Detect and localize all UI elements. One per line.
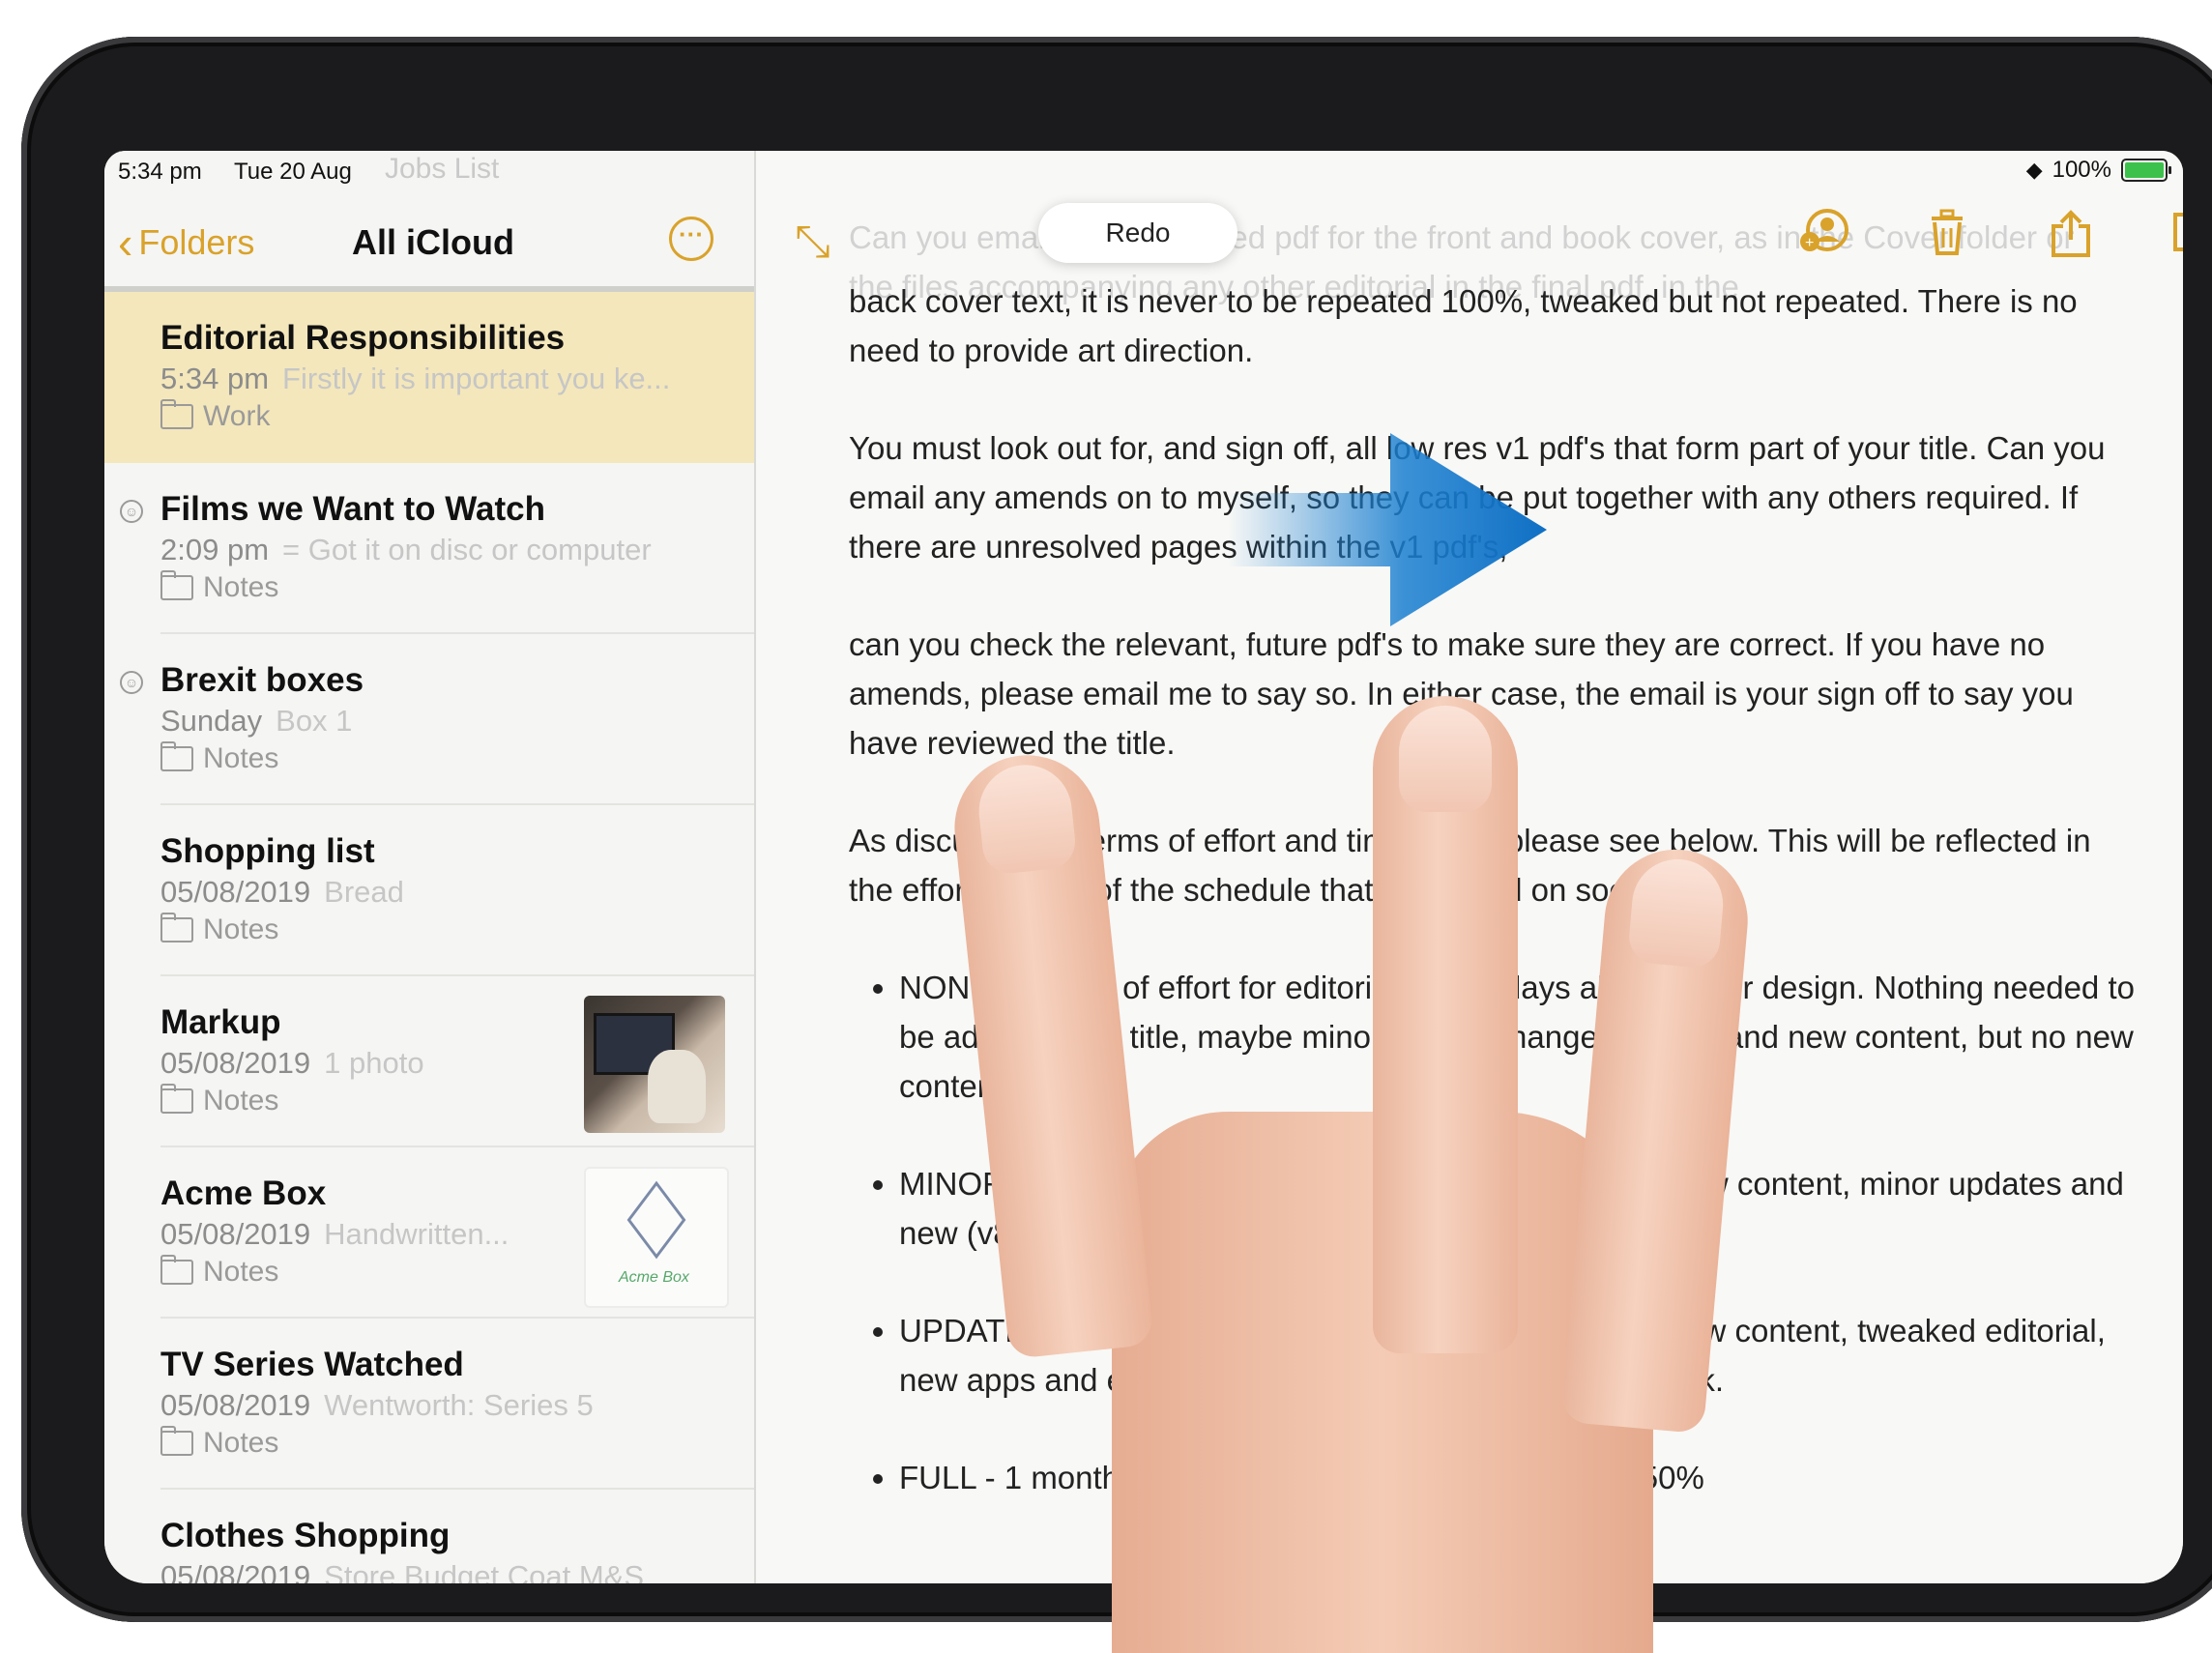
- note-date: 05/08/2019: [160, 1559, 311, 1583]
- note-folder: Work: [160, 399, 271, 433]
- note-folder: Notes: [160, 913, 279, 946]
- note-preview: Bread: [324, 875, 404, 909]
- battery-status: ◆ 100%: [2025, 157, 2171, 184]
- note-paragraph: back cover text, it is never to be repea…: [849, 283, 2078, 368]
- folders-back-button[interactable]: ‹ Folders: [118, 220, 254, 265]
- note-list-item[interactable]: ☺ Brexit boxes Sunday Box 1 Notes: [104, 634, 754, 805]
- battery-percent: 100%: [2052, 157, 2111, 183]
- folders-back-label: Folders: [138, 222, 255, 262]
- note-title: Clothes Shopping: [160, 1517, 451, 1554]
- note-meta: 2:09 pm = Got it on disc or computer: [160, 533, 652, 567]
- note-folder-label: Notes: [203, 1085, 279, 1116]
- expand-icon[interactable]: ⤡: [795, 215, 830, 269]
- folder-icon: [160, 913, 193, 942]
- note-list-item[interactable]: Clothes Shopping 05/08/2019 Store Budget C…: [104, 1490, 754, 1583]
- note-preview: Box 1: [276, 704, 353, 738]
- note-date: 05/08/2019: [160, 1046, 311, 1080]
- sidebar-title: All iCloud: [352, 222, 514, 262]
- note-folder: Notes: [160, 741, 279, 775]
- note-meta: 5:34 pm Firstly it is important you ke...: [160, 362, 670, 396]
- note-meta: Sunday Box 1: [160, 704, 352, 739]
- note-date: 5:34 pm: [160, 362, 270, 395]
- svg-text:+: +: [1805, 235, 1814, 251]
- note-photo-thumbnail: [584, 996, 725, 1133]
- note-date: 05/08/2019: [160, 1217, 311, 1251]
- compose-icon[interactable]: [2169, 209, 2183, 266]
- folder-icon: [160, 1426, 193, 1456]
- note-title: TV Series Watched: [160, 1346, 464, 1383]
- note-meta: 05/08/2019 Handwritten...: [160, 1217, 509, 1252]
- note-preview: = Got it on disc or computer: [282, 533, 652, 566]
- note-meta: 05/08/2019 Wentworth: Series 5: [160, 1388, 594, 1423]
- note-title: Films we Want to Watch: [160, 490, 545, 528]
- redo-button[interactable]: Redo: [1038, 203, 1237, 263]
- note-list-item[interactable]: Acme Box 05/08/2019 Handwritten... Notes Acm…: [104, 1147, 754, 1319]
- note-title: Acme Box: [160, 1174, 327, 1212]
- swipe-right-arrow-icon: [1228, 433, 1547, 626]
- note-meta: 05/08/2019 1 photo: [160, 1046, 424, 1081]
- note-preview: Handwritten...: [324, 1217, 509, 1251]
- note-folder-label: Notes: [203, 914, 279, 945]
- status-time: 5:34 pm: [118, 159, 202, 185]
- note-preview: 1 photo: [324, 1046, 424, 1080]
- status-date: Tue 20 Aug: [234, 159, 352, 185]
- note-preview: Store Budget Coat M&S: [324, 1559, 644, 1583]
- note-drawing-thumbnail: Acme Box: [584, 1167, 729, 1308]
- note-folder: Notes: [160, 570, 279, 604]
- note-folder-label: Notes: [203, 1256, 279, 1288]
- editor-status: ◆ 100%: [756, 151, 2183, 193]
- note-title: Editorial Responsibilities: [160, 319, 566, 357]
- note-list-item[interactable]: ☺ Films we Want to Watch 2:09 pm = Got it o…: [104, 463, 754, 634]
- notes-list: Editorial Responsibilities 5:34 pm Firstly…: [104, 292, 754, 1583]
- note-preview: Wentworth: Series 5: [324, 1388, 594, 1422]
- note-folder-label: Notes: [203, 1427, 279, 1459]
- note-date: 05/08/2019: [160, 875, 311, 909]
- faded-ghost-text: Jobs List: [385, 153, 500, 185]
- note-list-item[interactable]: TV Series Watched 05/08/2019 Wentworth: Se…: [104, 1319, 754, 1490]
- notes-sidebar: 5:34 pm Tue 20 Aug Jobs List ‹ Folders A…: [104, 151, 756, 1583]
- note-folder-label: Work: [203, 400, 271, 432]
- note-title: Shopping list: [160, 832, 375, 870]
- shared-note-icon: ☺: [120, 500, 143, 523]
- note-list-item[interactable]: Editorial Responsibilities 5:34 pm Firstly…: [104, 292, 754, 463]
- folder-icon: [160, 1084, 193, 1114]
- note-list-item[interactable]: Shopping list 05/08/2019 Bread Notes: [104, 805, 754, 976]
- note-date: 05/08/2019: [160, 1388, 311, 1422]
- note-meta: 05/08/2019 Bread: [160, 875, 404, 910]
- note-folder: Notes: [160, 1255, 279, 1289]
- add-people-icon[interactable]: +: [1798, 209, 1850, 266]
- folder-icon: [160, 570, 193, 600]
- note-folder-label: Notes: [203, 742, 279, 774]
- folder-icon: [160, 399, 193, 429]
- note-title: Brexit boxes: [160, 661, 364, 699]
- share-icon[interactable]: [2050, 209, 2092, 270]
- note-folder: Notes: [160, 1084, 279, 1117]
- wifi-icon: ◆: [2025, 158, 2043, 182]
- three-finger-hand-gesture: [947, 696, 1837, 1653]
- battery-icon: [2121, 159, 2171, 182]
- note-folder-label: Notes: [203, 571, 279, 603]
- folder-icon: [160, 741, 193, 771]
- trash-icon[interactable]: [1928, 209, 1966, 266]
- sidebar-navbar: ‹ Folders All iCloud ···: [104, 193, 754, 292]
- folder-icon: [160, 1255, 193, 1285]
- note-date: Sunday: [160, 704, 263, 738]
- note-date: 2:09 pm: [160, 533, 270, 566]
- note-preview: Firstly it is important you ke...: [282, 362, 671, 395]
- shared-note-icon: ☺: [120, 671, 143, 694]
- status-bar: 5:34 pm Tue 20 Aug Jobs List: [104, 151, 754, 193]
- chevron-left-icon: ‹: [118, 218, 133, 268]
- note-title: Markup: [160, 1003, 281, 1041]
- note-meta: 05/08/2019 Store Budget Coat M&S: [160, 1559, 644, 1583]
- note-folder: Notes: [160, 1426, 279, 1460]
- note-list-item[interactable]: Markup 05/08/2019 1 photo Notes: [104, 976, 754, 1147]
- more-options-icon[interactable]: ···: [669, 217, 713, 261]
